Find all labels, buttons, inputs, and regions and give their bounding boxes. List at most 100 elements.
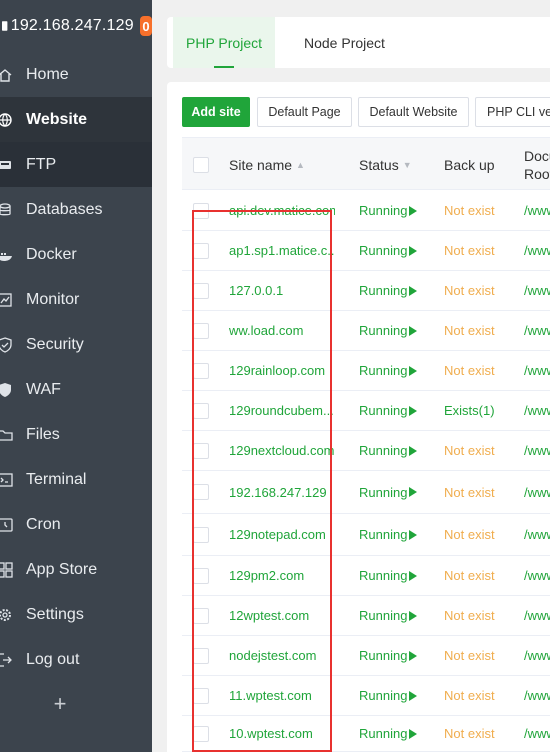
backup-link[interactable]: Not exist (444, 514, 495, 555)
status-toggle[interactable]: Running (359, 311, 418, 350)
document-root-link[interactable]: /www (524, 676, 550, 715)
row-checkbox[interactable] (193, 567, 209, 584)
status-toggle[interactable]: Running (359, 471, 418, 513)
row-checkbox[interactable] (193, 647, 209, 664)
sidebar-item-docker[interactable]: Docker (0, 232, 152, 277)
row-checkbox[interactable] (193, 442, 209, 459)
status-toggle[interactable]: Running (359, 636, 418, 675)
add-menu-button[interactable]: + (0, 681, 120, 727)
default-page-button[interactable]: Default Page (257, 97, 352, 127)
site-name-link[interactable]: api.dev.matice.com (229, 191, 335, 230)
sidebar-item-cron[interactable]: Cron (0, 502, 152, 547)
table-row[interactable]: 129rainloop.com Running Not exist /www (182, 351, 550, 391)
sidebar-item-waf[interactable]: WAF (0, 367, 152, 412)
sidebar-item-databases[interactable]: Databases (0, 187, 152, 232)
document-root-link[interactable]: /www (524, 311, 550, 350)
status-toggle[interactable]: Running (359, 191, 418, 230)
site-name-link[interactable]: 10.wptest.com (229, 716, 335, 751)
row-checkbox[interactable] (193, 607, 209, 624)
document-root-link[interactable]: /www (524, 191, 550, 230)
status-toggle[interactable]: Running (359, 716, 418, 751)
backup-link[interactable]: Exists(1) (444, 391, 495, 430)
row-checkbox[interactable] (193, 687, 209, 704)
row-checkbox[interactable] (193, 202, 209, 219)
backup-link[interactable]: Not exist (444, 351, 495, 390)
document-root-link[interactable]: /www (524, 596, 550, 635)
site-name-link[interactable]: 129rainloop.com (229, 351, 335, 390)
site-name-link[interactable]: 129roundcubem... (229, 391, 335, 430)
row-checkbox[interactable] (193, 402, 209, 419)
sidebar-item-files[interactable]: Files (0, 412, 152, 457)
row-checkbox[interactable] (193, 322, 209, 339)
notification-badge[interactable]: 0 (139, 16, 152, 36)
site-name-link[interactable]: ww.load.com (229, 311, 335, 350)
document-root-link[interactable]: /www (524, 556, 550, 595)
backup-link[interactable]: Not exist (444, 596, 495, 635)
backup-link[interactable]: Not exist (444, 231, 495, 270)
table-row[interactable]: 192.168.247.129 Running Not exist /www (182, 471, 550, 514)
table-row[interactable]: 10.wptest.com Running Not exist /www (182, 716, 550, 752)
table-row[interactable]: ww.load.com Running Not exist /www (182, 311, 550, 351)
sidebar-item-website[interactable]: Website (0, 97, 152, 142)
table-row[interactable]: 129roundcubem... Running Exists(1) /www (182, 391, 550, 431)
table-row[interactable]: 129pm2.com Running Not exist /www (182, 556, 550, 596)
backup-link[interactable]: Not exist (444, 311, 495, 350)
site-name-header[interactable]: Site name ▲ (229, 138, 305, 191)
site-name-link[interactable]: 192.168.247.129 (229, 471, 335, 513)
sidebar-item-monitor[interactable]: Monitor (0, 277, 152, 322)
site-name-link[interactable]: ap1.sp1.matice.c... (229, 231, 335, 270)
sidebar-item-terminal[interactable]: Terminal (0, 457, 152, 502)
site-name-link[interactable]: 129nextcloud.com (229, 431, 335, 470)
table-row[interactable]: nodejstest.com Running Not exist /www (182, 636, 550, 676)
sidebar-item-ftp[interactable]: FTP (0, 142, 152, 187)
sidebar-item-log-out[interactable]: Log out (0, 637, 152, 682)
status-toggle[interactable]: Running (359, 676, 418, 715)
php-cli-version-button[interactable]: PHP CLI ver (475, 97, 550, 127)
row-checkbox[interactable] (193, 526, 209, 543)
document-root-link[interactable]: /www (524, 231, 550, 270)
default-website-button[interactable]: Default Website (358, 97, 469, 127)
tab-node-project[interactable]: Node Project (304, 17, 385, 68)
document-root-link[interactable]: /www (524, 271, 550, 310)
backup-link[interactable]: Not exist (444, 271, 495, 310)
status-toggle[interactable]: Running (359, 271, 418, 310)
table-row[interactable]: api.dev.matice.com Running Not exist /ww… (182, 191, 550, 231)
table-row[interactable]: 129nextcloud.com Running Not exist /www (182, 431, 550, 471)
document-root-link[interactable]: /www (524, 471, 550, 513)
row-checkbox[interactable] (193, 362, 209, 379)
site-name-link[interactable]: 129notepad.com (229, 514, 335, 555)
backup-link[interactable]: Not exist (444, 471, 495, 513)
status-toggle[interactable]: Running (359, 351, 418, 390)
backup-link[interactable]: Not exist (444, 636, 495, 675)
sidebar-item-security[interactable]: Security (0, 322, 152, 367)
sidebar-item-settings[interactable]: Settings (0, 592, 152, 637)
sidebar-item-app-store[interactable]: App Store (0, 547, 152, 592)
backup-link[interactable]: Not exist (444, 676, 495, 715)
backup-link[interactable]: Not exist (444, 556, 495, 595)
table-row[interactable]: 127.0.0.1 Running Not exist /www (182, 271, 550, 311)
document-root-link[interactable]: /www (524, 431, 550, 470)
document-root-link[interactable]: /www (524, 636, 550, 675)
row-checkbox[interactable] (193, 282, 209, 299)
document-root-link[interactable]: /www (524, 391, 550, 430)
table-row[interactable]: 129notepad.com Running Not exist /www (182, 514, 550, 556)
table-row[interactable]: ap1.sp1.matice.c... Running Not exist /w… (182, 231, 550, 271)
document-root-link[interactable]: /www (524, 716, 550, 751)
row-checkbox[interactable] (193, 242, 209, 259)
site-name-link[interactable]: nodejstest.com (229, 636, 335, 675)
select-all-checkbox[interactable] (193, 156, 209, 173)
table-row[interactable]: 11.wptest.com Running Not exist /www (182, 676, 550, 716)
sidebar-item-home[interactable]: Home (0, 52, 152, 97)
status-toggle[interactable]: Running (359, 514, 418, 555)
status-toggle[interactable]: Running (359, 556, 418, 595)
document-root-link[interactable]: /www (524, 351, 550, 390)
site-name-link[interactable]: 129pm2.com (229, 556, 335, 595)
row-checkbox[interactable] (193, 484, 209, 500)
document-root-link[interactable]: /www (524, 514, 550, 555)
backup-link[interactable]: Not exist (444, 431, 495, 470)
add-site-button[interactable]: Add site (182, 97, 250, 127)
backup-link[interactable]: Not exist (444, 191, 495, 230)
backup-link[interactable]: Not exist (444, 716, 495, 751)
site-name-link[interactable]: 127.0.0.1 (229, 271, 335, 310)
site-name-link[interactable]: 12wptest.com (229, 596, 335, 635)
